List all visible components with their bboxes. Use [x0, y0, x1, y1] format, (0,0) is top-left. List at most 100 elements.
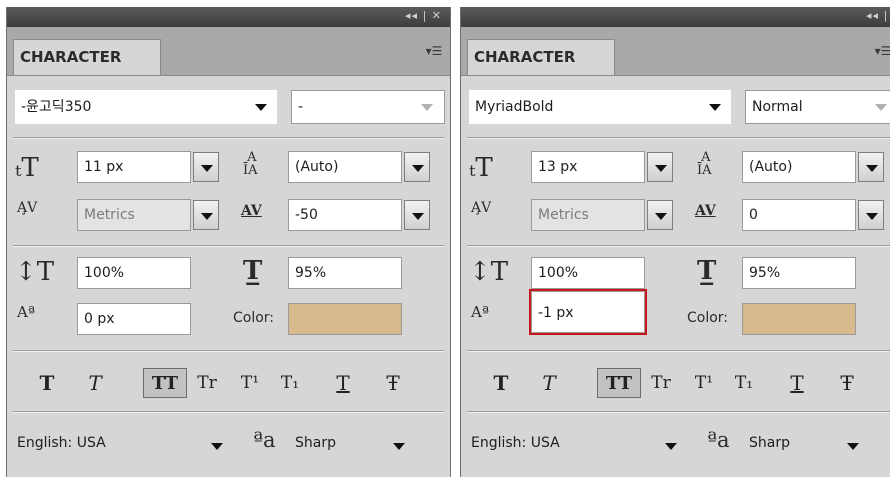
baseline-shift-icon: Aª — [17, 303, 35, 321]
font-family-select[interactable]: -윤고딕350 — [15, 90, 277, 124]
panel-tab-row: CHARACTER ▾☰ — [461, 27, 890, 76]
faux-italic-button[interactable]: T — [535, 368, 563, 398]
kerning-value: Metrics — [538, 207, 589, 223]
vertical-scale-icon: ↕T — [15, 257, 55, 287]
tracking-dropdown[interactable] — [858, 200, 884, 230]
font-size-field[interactable]: 11 px — [77, 151, 191, 183]
panel-tab-row: CHARACTER ▾☰ — [7, 27, 450, 76]
chevron-down-icon[interactable] — [421, 104, 433, 111]
superscript-button[interactable]: T¹ — [689, 368, 719, 398]
character-panel-right: ◂◂ | ✕ CHARACTER ▾☰ MyriadBold Normal ₜT… — [460, 7, 890, 477]
leading-icon: A ĪA — [243, 150, 258, 178]
font-style-select[interactable]: Normal — [745, 90, 890, 124]
divider — [13, 137, 444, 139]
font-style-value: Normal — [752, 99, 803, 115]
horizontal-scale-field[interactable]: 95% — [742, 257, 856, 289]
color-swatch[interactable] — [742, 303, 856, 335]
all-caps-button[interactable]: TT — [597, 368, 641, 398]
color-label: Color: — [687, 310, 729, 326]
font-size-value: 13 px — [538, 159, 578, 175]
baseline-shift-field[interactable]: 0 px — [77, 303, 191, 335]
collapse-close-controls[interactable]: ◂◂ | ✕ — [405, 9, 442, 22]
leading-value: (Auto) — [749, 159, 793, 175]
font-size-dropdown[interactable] — [647, 152, 673, 182]
kerning-icon: A̧V — [17, 200, 38, 216]
chevron-down-icon[interactable] — [393, 443, 405, 450]
underline-button[interactable]: T — [329, 368, 357, 398]
faux-italic-button[interactable]: T — [81, 368, 109, 398]
baseline-shift-value: 0 px — [84, 311, 115, 327]
kerning-field[interactable]: Metrics — [531, 199, 645, 231]
antialias-value[interactable]: Sharp — [295, 435, 336, 451]
tracking-icon: AV — [695, 203, 716, 219]
chevron-down-icon[interactable] — [847, 443, 859, 450]
antialias-icon: ªa — [253, 428, 276, 452]
horizontal-scale-icon: T̲ — [243, 256, 263, 286]
tracking-field[interactable]: 0 — [742, 199, 856, 231]
divider — [13, 350, 444, 352]
kerning-dropdown[interactable] — [647, 200, 673, 230]
antialias-icon: ªa — [707, 428, 730, 452]
language-value[interactable]: English: USA — [471, 435, 560, 451]
vertical-scale-icon: ↕T — [469, 257, 509, 287]
tracking-value: -50 — [295, 207, 318, 223]
chevron-down-icon[interactable] — [211, 443, 223, 450]
font-size-icon: ₜT — [469, 153, 493, 183]
tab-character[interactable]: CHARACTER — [13, 39, 161, 75]
subscript-button[interactable]: T₁ — [729, 368, 759, 398]
tracking-icon: AV — [241, 203, 262, 219]
kerning-icon: A̧V — [471, 200, 492, 216]
font-size-field[interactable]: 13 px — [531, 151, 645, 183]
color-label: Color: — [233, 310, 275, 326]
collapse-close-controls[interactable]: ◂◂ | ✕ — [866, 9, 890, 22]
leading-field[interactable]: (Auto) — [288, 151, 402, 183]
small-caps-button[interactable]: Tr — [645, 368, 677, 398]
divider — [467, 137, 890, 139]
baseline-shift-value: -1 px — [538, 305, 574, 321]
vertical-scale-field[interactable]: 100% — [77, 257, 191, 289]
divider — [467, 411, 890, 413]
chevron-down-icon[interactable] — [255, 104, 267, 111]
font-family-value: MyriadBold — [475, 99, 554, 115]
font-family-select[interactable]: MyriadBold — [469, 90, 731, 124]
baseline-shift-field[interactable]: -1 px — [529, 289, 647, 335]
all-caps-button[interactable]: TT — [143, 368, 187, 398]
vertical-scale-field[interactable]: 100% — [531, 257, 645, 289]
faux-bold-button[interactable]: T — [487, 368, 515, 398]
small-caps-button[interactable]: Tr — [191, 368, 223, 398]
tracking-field[interactable]: -50 — [288, 199, 402, 231]
subscript-button[interactable]: T₁ — [275, 368, 305, 398]
tracking-dropdown[interactable] — [404, 200, 430, 230]
vertical-scale-value: 100% — [84, 265, 125, 281]
horizontal-scale-icon: T̲ — [697, 256, 717, 286]
chevron-down-icon[interactable] — [875, 104, 887, 111]
divider — [13, 411, 444, 413]
underline-button[interactable]: T — [783, 368, 811, 398]
character-panel-left: ◂◂ | ✕ CHARACTER ▾☰ -윤고딕350 - ₜT 11 px A… — [6, 7, 451, 477]
horizontal-scale-field[interactable]: 95% — [288, 257, 402, 289]
language-value[interactable]: English: USA — [17, 435, 106, 451]
panel-menu-icon[interactable]: ▾☰ — [871, 41, 890, 63]
antialias-value[interactable]: Sharp — [749, 435, 790, 451]
tracking-value: 0 — [749, 207, 758, 223]
kerning-dropdown[interactable] — [193, 200, 219, 230]
horizontal-scale-value: 95% — [749, 265, 781, 281]
leading-dropdown[interactable] — [404, 152, 430, 182]
leading-field[interactable]: (Auto) — [742, 151, 856, 183]
faux-bold-button[interactable]: T — [33, 368, 61, 398]
leading-icon: A ĪA — [697, 150, 712, 178]
leading-dropdown[interactable] — [858, 152, 884, 182]
font-size-value: 11 px — [84, 159, 124, 175]
superscript-button[interactable]: T¹ — [235, 368, 265, 398]
color-swatch[interactable] — [288, 303, 402, 335]
chevron-down-icon[interactable] — [665, 443, 677, 450]
tab-character[interactable]: CHARACTER — [467, 39, 615, 75]
panel-menu-icon[interactable]: ▾☰ — [422, 41, 446, 63]
font-style-value: - — [298, 99, 304, 115]
kerning-field[interactable]: Metrics — [77, 199, 191, 231]
font-size-dropdown[interactable] — [193, 152, 219, 182]
font-family-value: -윤고딕350 — [21, 99, 92, 115]
strikethrough-button[interactable]: Ŧ — [833, 368, 861, 398]
chevron-down-icon[interactable] — [709, 104, 721, 111]
strikethrough-button[interactable]: Ŧ — [379, 368, 407, 398]
